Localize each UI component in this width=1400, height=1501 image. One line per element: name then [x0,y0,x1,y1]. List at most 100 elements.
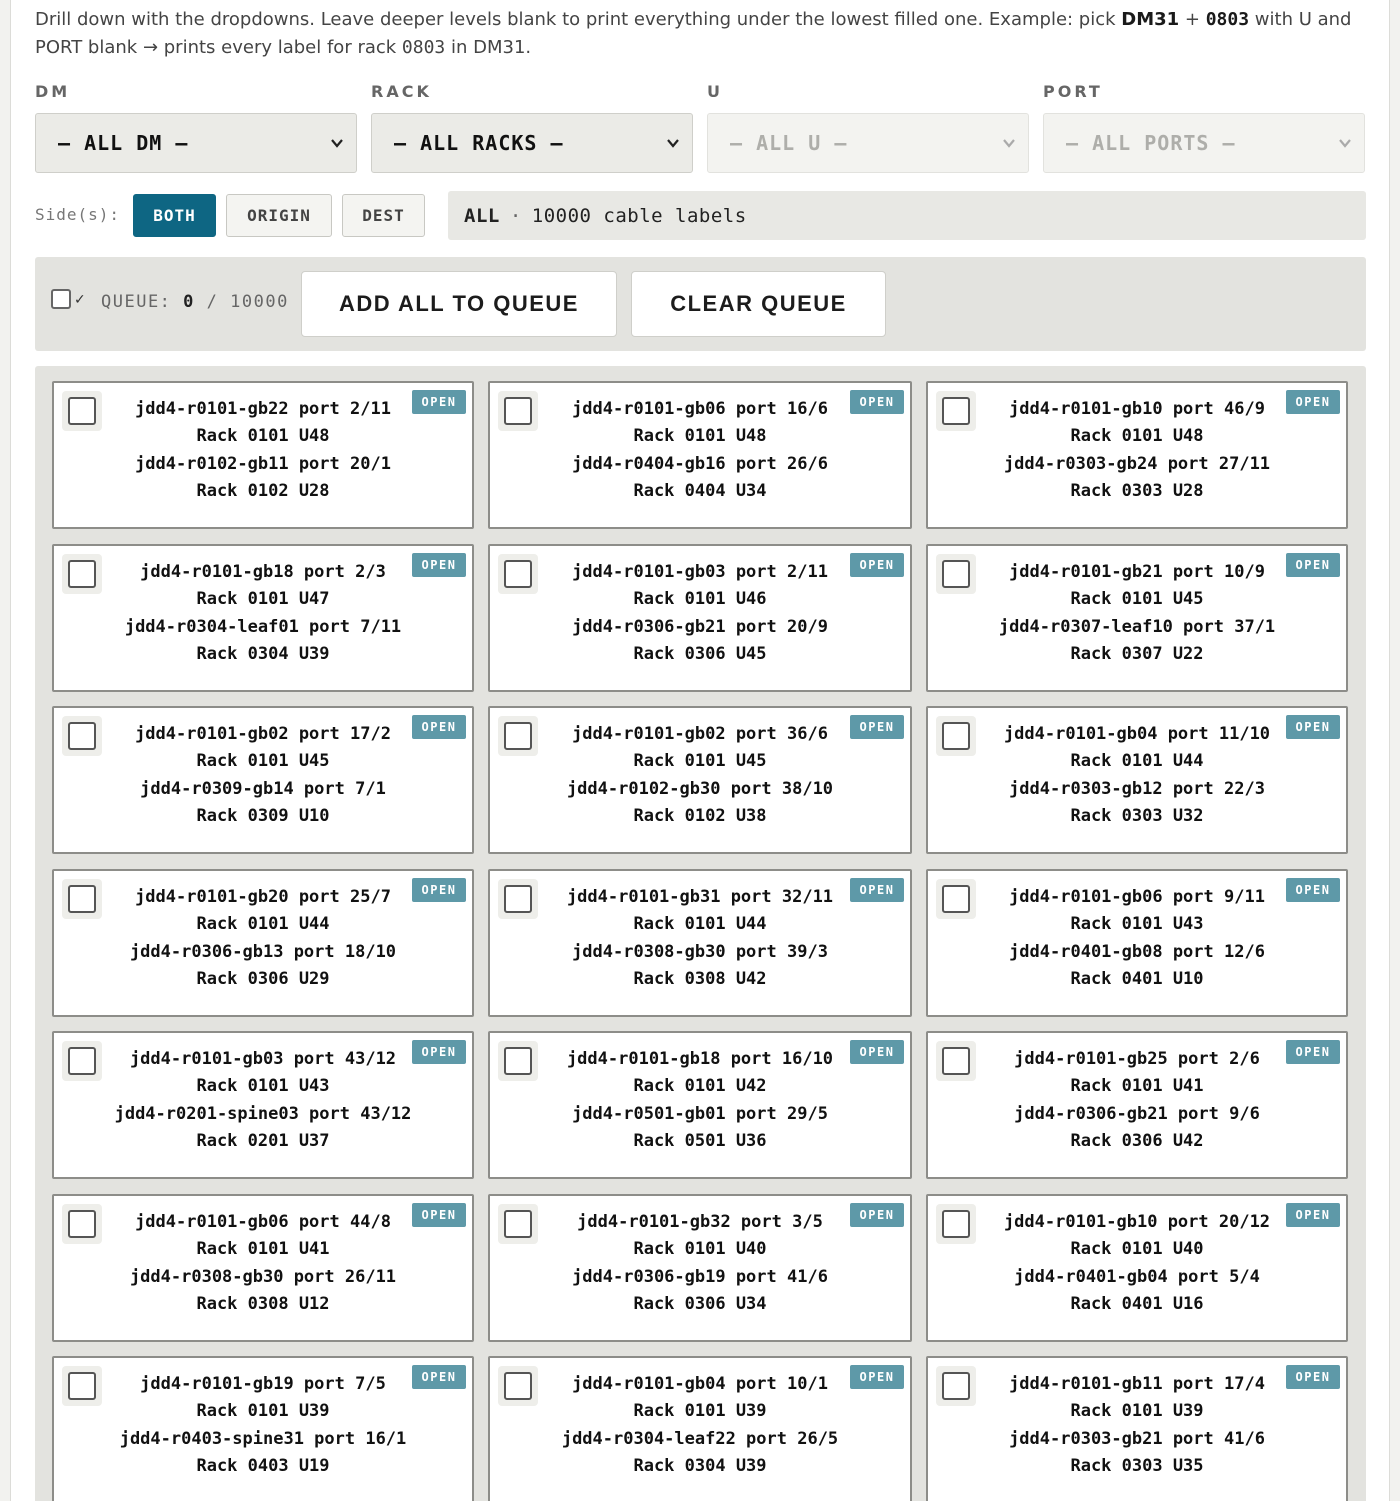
u-select-value: — ALL U — [730,131,848,155]
dest-port: jdd4-r0306-gb13 port 18/10 [129,942,397,962]
dest-port: jdd4-r0304-leaf01 port 7/11 [124,617,402,637]
origin-port: jdd4-r0101-gb02 port 17/2 [135,724,391,744]
label-card[interactable]: OPEN jdd4-r0101-gb19 port 7/5 Rack 0101 U3… [52,1356,474,1501]
label-card[interactable]: OPEN jdd4-r0101-gb04 port 10/1 Rack 0101 U… [488,1356,912,1501]
label-text: jdd4-r0101-gb06 port 44/8 Rack 0101 U41 jd… [54,1209,472,1318]
origin-location: Rack 0101 U41 [196,1239,330,1259]
label-card[interactable]: OPEN jdd4-r0101-gb06 port 9/11 Rack 0101 U… [926,869,1348,1017]
dest-location: Rack 0303 U32 [1070,806,1204,826]
dest-port: jdd4-r0306-gb21 port 20/9 [572,617,828,637]
origin-port: jdd4-r0101-gb21 port 10/9 [1009,562,1265,582]
origin-location: Rack 0101 U47 [196,589,330,609]
label-card[interactable]: OPEN jdd4-r0101-gb20 port 25/7 Rack 0101 U… [52,869,474,1017]
label-text: jdd4-r0101-gb10 port 20/12 Rack 0101 U40 j… [928,1209,1346,1318]
label-text: jdd4-r0101-gb31 port 32/11 Rack 0101 U44 j… [490,884,910,993]
dest-port: jdd4-r0306-gb21 port 9/6 [1014,1104,1260,1124]
clear-queue-button[interactable]: CLEAR QUEUE [631,271,886,337]
label-card[interactable]: OPEN jdd4-r0101-gb22 port 2/11 Rack 0101 U… [52,381,474,529]
label-text: jdd4-r0101-gb04 port 11/10 Rack 0101 U44 j… [928,721,1346,830]
label-card[interactable]: OPEN jdd4-r0101-gb06 port 16/6 Rack 0101 U… [488,381,912,529]
label-text: jdd4-r0101-gb03 port 2/11 Rack 0101 U46 jd… [490,559,910,668]
origin-port: jdd4-r0101-gb25 port 2/6 [1014,1049,1260,1069]
side-origin-button[interactable]: ORIGIN [226,194,332,237]
label-text: jdd4-r0101-gb18 port 2/3 Rack 0101 U47 jdd… [54,559,472,668]
chevron-down-icon [331,139,343,148]
dm-select-value: — ALL DM — [58,131,189,155]
u-select[interactable]: — ALL U — [707,113,1029,173]
label-text: jdd4-r0101-gb06 port 9/11 Rack 0101 U43 jd… [928,884,1346,993]
selection-summary: ALL · 10000 cable labels [448,191,1366,240]
origin-port: jdd4-r0101-gb06 port 44/8 [135,1212,391,1232]
origin-location: Rack 0101 U48 [196,426,330,446]
label-card[interactable]: OPEN jdd4-r0101-gb21 port 10/9 Rack 0101 U… [926,544,1348,692]
chevron-down-icon [1339,139,1351,148]
add-all-to-queue-button[interactable]: ADD ALL TO QUEUE [301,271,617,337]
label-text: jdd4-r0101-gb06 port 16/6 Rack 0101 U48 jd… [490,396,910,505]
label-card[interactable]: OPEN jdd4-r0101-gb03 port 43/12 Rack 0101 … [52,1031,474,1179]
label-text: jdd4-r0101-gb10 port 46/9 Rack 0101 U48 jd… [928,396,1346,505]
origin-location: Rack 0101 U44 [1070,751,1204,771]
dest-port: jdd4-r0102-gb11 port 20/1 [135,454,391,474]
origin-location: Rack 0101 U45 [196,751,330,771]
dest-location: Rack 0304 U39 [196,644,330,664]
rack-select-value: — ALL RACKS — [394,131,564,155]
label-card[interactable]: OPEN jdd4-r0101-gb04 port 11/10 Rack 0101 … [926,706,1348,854]
rack-filter-label: RACK [371,82,432,101]
origin-location: Rack 0101 U41 [1070,1076,1204,1096]
dest-location: Rack 0306 U29 [196,969,330,989]
origin-port: jdd4-r0101-gb06 port 9/11 [1009,887,1265,907]
origin-location: Rack 0101 U45 [1070,589,1204,609]
dm-select[interactable]: — ALL DM — [35,113,357,173]
dest-port: jdd4-r0306-gb19 port 41/6 [572,1267,828,1287]
label-card[interactable]: OPEN jdd4-r0101-gb06 port 44/8 Rack 0101 U… [52,1194,474,1342]
label-card[interactable]: OPEN jdd4-r0101-gb02 port 36/6 Rack 0101 U… [488,706,912,854]
origin-location: Rack 0101 U44 [196,914,330,934]
label-card[interactable]: OPEN jdd4-r0101-gb18 port 16/10 Rack 0101 … [488,1031,912,1179]
chevron-down-icon [667,139,679,148]
dest-port: jdd4-r0308-gb30 port 39/3 [572,942,828,962]
port-select[interactable]: — ALL PORTS — [1043,113,1365,173]
origin-location: Rack 0101 U39 [633,1401,767,1421]
label-card[interactable]: OPEN jdd4-r0101-gb11 port 17/4 Rack 0101 U… [926,1356,1348,1501]
side-both-button[interactable]: BOTH [133,194,216,237]
summary-separator: · [509,204,522,227]
label-card[interactable]: OPEN jdd4-r0101-gb10 port 46/9 Rack 0101 U… [926,381,1348,529]
dest-port: jdd4-r0501-gb01 port 29/5 [572,1104,828,1124]
label-printer-panel: Drill down with the dropdowns. Leave dee… [10,0,1390,1501]
label-card[interactable]: OPEN jdd4-r0101-gb18 port 2/3 Rack 0101 U4… [52,544,474,692]
origin-port: jdd4-r0101-gb10 port 20/12 [1003,1212,1271,1232]
dest-port: jdd4-r0303-gb12 port 22/3 [1009,779,1265,799]
label-card[interactable]: OPEN jdd4-r0101-gb32 port 3/5 Rack 0101 U4… [488,1194,912,1342]
origin-location: Rack 0101 U48 [633,426,767,446]
queue-bar: ✓ QUEUE: 0 / 10000 ADD ALL TO QUEUE CLEA… [35,257,1366,351]
origin-location: Rack 0101 U44 [633,914,767,934]
label-grid: OPEN jdd4-r0101-gb22 port 2/11 Rack 0101 U… [35,366,1366,1501]
dest-port: jdd4-r0304-leaf22 port 26/5 [561,1429,839,1449]
dest-port: jdd4-r0307-leaf10 port 37/1 [998,617,1276,637]
dest-port: jdd4-r0308-gb30 port 26/11 [129,1267,397,1287]
summary-count: 10000 cable labels [531,204,747,227]
instructions-text: Drill down with the dropdowns. Leave dee… [35,9,1352,58]
origin-location: Rack 0101 U45 [633,751,767,771]
rack-select[interactable]: — ALL RACKS — [371,113,693,173]
origin-location: Rack 0101 U48 [1070,426,1204,446]
origin-port: jdd4-r0101-gb04 port 11/10 [1003,724,1271,744]
origin-port: jdd4-r0101-gb06 port 16/6 [572,399,828,419]
label-card[interactable]: OPEN jdd4-r0101-gb03 port 2/11 Rack 0101 U… [488,544,912,692]
label-card[interactable]: OPEN jdd4-r0101-gb02 port 17/2 Rack 0101 U… [52,706,474,854]
label-card[interactable]: OPEN jdd4-r0101-gb31 port 32/11 Rack 0101 … [488,869,912,1017]
dest-location: Rack 0303 U28 [1070,481,1204,501]
dest-location: Rack 0306 U45 [633,644,767,664]
origin-port: jdd4-r0101-gb11 port 17/4 [1009,1374,1265,1394]
summary-scope: ALL [464,204,500,227]
label-card[interactable]: OPEN jdd4-r0101-gb10 port 20/12 Rack 0101 … [926,1194,1348,1342]
select-all-checkbox[interactable] [51,289,71,309]
dest-location: Rack 0501 U36 [633,1131,767,1151]
dest-location: Rack 0306 U34 [633,1294,767,1314]
side-dest-button[interactable]: DEST [342,194,425,237]
queue-counter: QUEUE: 0 / 10000 [101,292,289,312]
dest-location: Rack 0102 U38 [633,806,767,826]
dest-location: Rack 0307 U22 [1070,644,1204,664]
dest-location: Rack 0403 U19 [196,1456,330,1476]
label-card[interactable]: OPEN jdd4-r0101-gb25 port 2/6 Rack 0101 U4… [926,1031,1348,1179]
